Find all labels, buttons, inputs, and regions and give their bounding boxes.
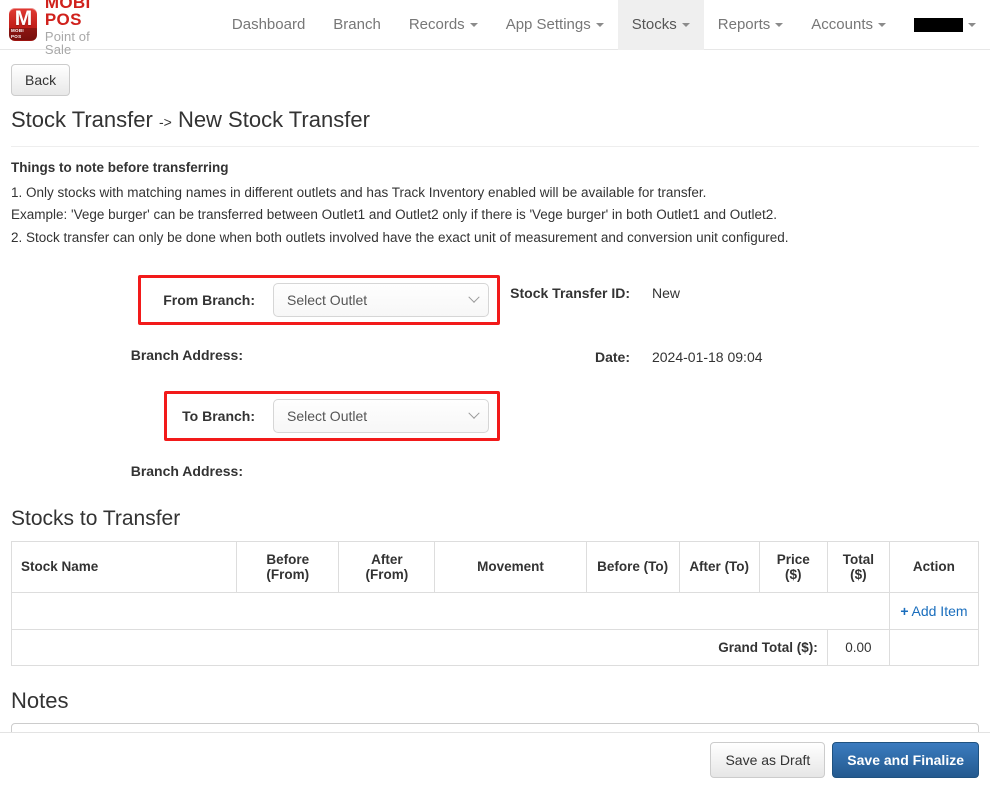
page-content: Back Stock Transfer -> New Stock Transfe… — [0, 50, 990, 768]
add-item-button[interactable]: + Add Item — [900, 603, 967, 619]
col-stock-name: Stock Name — [10, 540, 238, 593]
from-branch-group: From Branch: Select Outlet — [138, 274, 500, 325]
plus-icon: + — [900, 602, 909, 619]
notice-line-1: 1. Only stocks with matching names in di… — [11, 185, 707, 201]
nav-item-branch[interactable]: Branch — [319, 0, 395, 50]
chevron-down-icon — [681, 22, 690, 27]
table-header-row: Stock Name Before (From) After (From) Mo… — [10, 540, 980, 593]
nav-item-records[interactable]: Records — [395, 0, 492, 50]
grand-total-spacer — [888, 628, 980, 666]
nav-label-reports: Reports — [717, 16, 771, 33]
chevron-down-icon — [968, 22, 976, 27]
page-title: Stock Transfer -> New Stock Transfer — [11, 107, 979, 132]
chevron-down-icon — [468, 407, 480, 419]
to-branch-address-row: Branch Address: — [11, 463, 500, 479]
notice-line-2: Example: 'Vege burger' can be transferre… — [11, 207, 778, 223]
to-branch-label: To Branch: — [182, 407, 255, 424]
grand-total-value: 0.00 — [826, 628, 890, 666]
add-item-cell: + Add Item — [888, 591, 980, 630]
col-before-from: Before (From) — [236, 540, 340, 593]
stocks-section-title: Stocks to Transfer — [11, 506, 181, 530]
col-movement: Movement — [434, 540, 587, 593]
breadcrumb-root: Stock Transfer — [11, 107, 153, 132]
date-label: Date: — [594, 348, 630, 365]
stocks-table: Stock Name Before (From) After (From) Mo… — [10, 540, 980, 666]
nav-label-accounts: Accounts — [811, 16, 873, 33]
nav-item-accounts[interactable]: Accounts — [797, 0, 900, 50]
empty-row-cell — [11, 591, 890, 630]
notice-line-3: 2. Stock transfer can only be done when … — [11, 229, 789, 245]
col-total: Total ($) — [826, 540, 890, 593]
to-branch-selected-value: Select Outlet — [287, 407, 368, 424]
brand-subtitle: Point of Sale — [44, 28, 90, 57]
nav-label-stocks: Stocks — [631, 16, 677, 33]
from-branch-select[interactable]: Select Outlet — [273, 282, 489, 317]
table-row-add: + Add Item — [11, 591, 980, 630]
col-after-to: After (To) — [678, 540, 760, 593]
mobi-pos-logo-icon: M MOBI POS — [9, 8, 37, 41]
transfer-form: From Branch: Select Outlet Stock Transfe… — [11, 274, 979, 479]
chevron-down-icon — [469, 22, 478, 27]
date-row: Date: 2024-01-18 09:04 — [500, 349, 979, 365]
from-branch-label: From Branch: — [163, 291, 255, 308]
to-branch-select[interactable]: Select Outlet — [273, 398, 489, 433]
stock-transfer-id-value: New — [652, 284, 681, 301]
date-value: 2024-01-18 09:04 — [651, 348, 763, 365]
col-after-from: After (From) — [338, 540, 436, 593]
chevron-down-icon — [775, 22, 784, 27]
to-branch-group: To Branch: Select Outlet — [164, 390, 500, 441]
title-divider — [11, 146, 979, 148]
save-and-finalize-button[interactable]: Save and Finalize — [832, 742, 979, 778]
notes-title: Notes — [11, 687, 69, 713]
notice-heading: Things to note before transferring — [11, 160, 229, 176]
grand-total-label: Grand Total ($): — [11, 628, 828, 666]
nav-label-records: Records — [408, 16, 465, 33]
col-price: Price ($) — [758, 540, 828, 593]
add-item-label: Add Item — [911, 602, 968, 619]
nav-item-user-account[interactable] — [900, 0, 990, 50]
col-action: Action — [888, 540, 980, 593]
stock-transfer-id-label: Stock Transfer ID: — [510, 284, 630, 301]
redacted-username — [914, 17, 963, 32]
nav-item-dashboard[interactable]: Dashboard — [218, 0, 319, 50]
from-branch-address-row: Branch Address: — [11, 347, 500, 363]
nav-label-branch: Branch — [333, 16, 381, 33]
nav-label-dashboard: Dashboard — [231, 16, 306, 33]
logo-letter-m: M — [14, 8, 32, 30]
breadcrumb-arrow: -> — [158, 114, 172, 130]
nav-item-app-settings[interactable]: App Settings — [492, 0, 618, 50]
to-branch-address-label: Branch Address: — [130, 462, 243, 479]
chevron-down-icon — [595, 22, 604, 27]
footer-action-bar: Save as Draft Save and Finalize — [0, 732, 990, 787]
nav-label-app-settings: App Settings — [505, 16, 591, 33]
back-button[interactable]: Back — [11, 64, 71, 96]
chevron-down-icon — [878, 22, 886, 27]
save-as-draft-button[interactable]: Save as Draft — [710, 742, 826, 778]
from-branch-address-label: Branch Address: — [130, 346, 243, 363]
main-nav: Dashboard Branch Records App Settings St… — [218, 0, 990, 50]
logo-badge-text: MOBI POS — [9, 27, 37, 40]
col-before-to: Before (To) — [585, 540, 680, 593]
from-branch-selected-value: Select Outlet — [287, 291, 368, 308]
top-navbar: M MOBI POS MOBI POS Point of Sale Dashbo… — [0, 0, 990, 56]
chevron-down-icon — [468, 291, 480, 303]
table-row-grand-total: Grand Total ($): 0.00 — [11, 628, 980, 666]
brand-title: MOBI POS — [44, 0, 91, 29]
nav-item-reports[interactable]: Reports — [704, 0, 798, 50]
brand-logo-link[interactable]: M MOBI POS MOBI POS Point of Sale — [9, 0, 119, 56]
breadcrumb-current: New Stock Transfer — [177, 107, 370, 132]
nav-item-stocks[interactable]: Stocks — [617, 0, 704, 50]
stock-transfer-id-row: Stock Transfer ID: New — [500, 285, 979, 301]
